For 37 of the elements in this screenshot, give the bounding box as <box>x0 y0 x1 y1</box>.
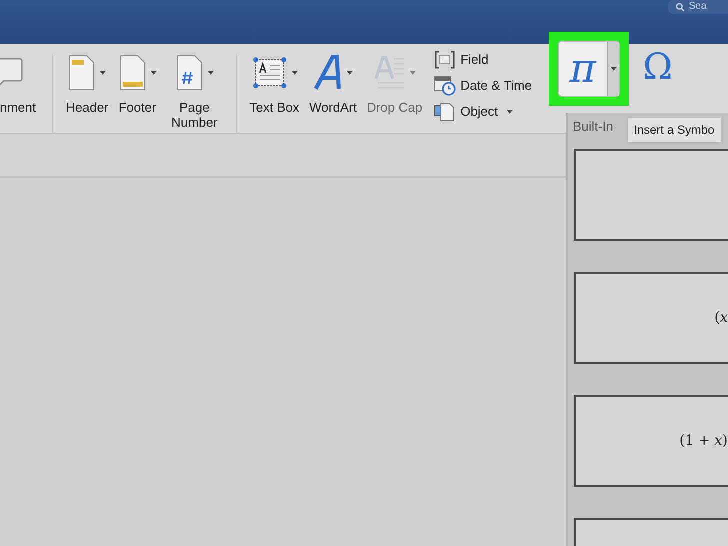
equation-text: (x <box>714 308 728 328</box>
footer-button[interactable]: Footer <box>114 54 162 115</box>
drop-cap-icon <box>374 55 406 91</box>
panel-heading: Built-In <box>573 118 614 136</box>
caret-icon <box>150 71 157 75</box>
wordart-button[interactable]: WordArt <box>304 54 362 115</box>
equation-text: (1 + x) <box>680 432 728 450</box>
caret-icon <box>410 71 416 75</box>
caret-icon <box>347 71 354 75</box>
equation-button[interactable]: π <box>558 41 620 97</box>
equation-card[interactable]: (1 + x) <box>574 395 728 487</box>
page-footer-icon <box>118 55 147 91</box>
pagenumber-button[interactable]: Page Number <box>162 54 228 130</box>
tooltip: Insert a Symbo <box>628 118 721 142</box>
caret-icon <box>292 71 298 75</box>
page-number-icon <box>176 55 204 91</box>
datetime-button[interactable]: Date & Time <box>434 76 532 96</box>
field-brackets-icon <box>434 50 456 69</box>
object-document-icon <box>434 102 456 122</box>
header-button[interactable]: Header <box>61 54 114 115</box>
object-button[interactable]: Object <box>434 102 532 122</box>
textbox-button[interactable]: Text Box <box>244 54 304 115</box>
calendar-clock-icon <box>434 76 456 96</box>
search-icon <box>676 2 685 12</box>
text-box-icon <box>252 56 288 90</box>
caret-icon <box>100 71 106 75</box>
symbol-button[interactable]: Ω <box>643 48 673 88</box>
page-header-icon <box>68 55 96 91</box>
caret-icon <box>610 67 616 71</box>
equation-card[interactable] <box>574 149 728 241</box>
comment-button[interactable]: nment <box>0 54 44 115</box>
field-button[interactable]: Field <box>434 50 532 70</box>
wordart-letter-icon <box>313 55 344 91</box>
search-field[interactable]: Sea <box>668 0 728 14</box>
caret-icon <box>507 110 514 114</box>
caret-icon <box>208 71 214 75</box>
equation-card[interactable]: (x <box>574 272 728 364</box>
